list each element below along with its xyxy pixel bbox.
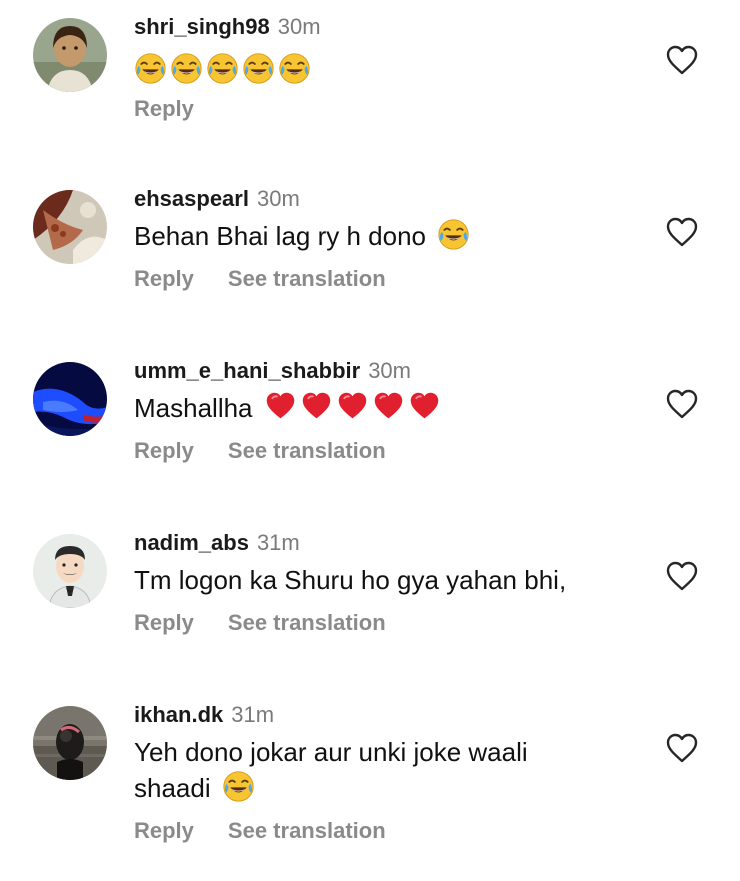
comment-text-line: Yeh dono jokar aur unki joke waali	[134, 737, 528, 767]
avatar[interactable]	[33, 534, 107, 608]
comment-body: ehsaspearl 30m Behan Bhai lag ry h dono R…	[134, 182, 654, 294]
see-translation-link[interactable]: See translation	[228, 266, 386, 291]
comment-text: Mashallha	[134, 390, 654, 426]
red-heart-emoji	[336, 390, 369, 423]
comment-meta: nadim_abs 31m	[134, 526, 654, 560]
reply-button[interactable]: Reply	[134, 610, 194, 635]
face-with-tears-of-joy-emoji	[437, 218, 470, 251]
like-button[interactable]	[665, 388, 699, 420]
avatar[interactable]	[33, 706, 107, 780]
comment-body: shri_singh98 30m Reply	[134, 10, 654, 124]
heart-outline-icon	[665, 732, 699, 764]
comment-body: ikhan.dk 31m Yeh dono jokar aur unki joke…	[134, 698, 654, 846]
reply-button[interactable]: Reply	[134, 266, 194, 291]
heart-outline-icon	[665, 388, 699, 420]
face-with-tears-of-joy-emoji	[134, 52, 167, 85]
comment-text	[134, 52, 654, 88]
avatar[interactable]	[33, 190, 107, 264]
comment-meta: umm_e_hani_shabbir 30m	[134, 354, 654, 388]
comment-actions: Reply See translation	[134, 608, 654, 638]
red-heart-emoji	[264, 390, 297, 423]
red-heart-emoji	[408, 390, 441, 423]
timestamp: 30m	[256, 186, 300, 211]
face-with-tears-of-joy-emoji	[170, 52, 203, 85]
reply-button[interactable]: Reply	[134, 438, 194, 463]
like-button[interactable]	[665, 216, 699, 248]
comment-body: nadim_abs 31m Tm logon ka Shuru ho gya ya…	[134, 526, 654, 638]
reply-button[interactable]: Reply	[134, 96, 194, 121]
comment-actions: Reply See translation	[134, 816, 654, 846]
comment-body: umm_e_hani_shabbir 30m Mashallha Reply See…	[134, 354, 654, 466]
comment-meta: shri_singh98 30m	[134, 10, 654, 44]
reply-button[interactable]: Reply	[134, 818, 194, 843]
avatar[interactable]	[33, 362, 107, 436]
timestamp: 30m	[368, 358, 411, 383]
avatar[interactable]	[33, 18, 107, 92]
username[interactable]: ehsaspearl	[134, 186, 249, 211]
comment-meta: ikhan.dk 31m	[134, 698, 654, 732]
comment-text-line-2: shaadi	[134, 770, 654, 806]
heart-outline-icon	[665, 44, 699, 76]
like-button[interactable]	[665, 560, 699, 592]
timestamp: 30m	[277, 14, 321, 39]
like-button[interactable]	[665, 44, 699, 76]
timestamp: 31m	[256, 530, 300, 555]
username[interactable]: ikhan.dk	[134, 702, 223, 727]
comment-text-content: shaadi	[134, 773, 211, 803]
comment-actions: Reply	[134, 94, 654, 124]
see-translation-link[interactable]: See translation	[228, 818, 386, 843]
comment-actions: Reply See translation	[134, 264, 654, 294]
face-with-tears-of-joy-emoji	[222, 770, 255, 803]
username[interactable]: shri_singh98	[134, 14, 270, 39]
red-heart-emoji	[300, 390, 333, 423]
heart-outline-icon	[665, 216, 699, 248]
comment-text-content: Mashallha	[134, 393, 253, 423]
comments-list: shri_singh98 30m Reply ehsaspearl 30m Be…	[0, 0, 740, 881]
comment-actions: Reply See translation	[134, 436, 654, 466]
see-translation-link[interactable]: See translation	[228, 438, 386, 463]
face-with-tears-of-joy-emoji	[278, 52, 311, 85]
like-button[interactable]	[665, 732, 699, 764]
heart-outline-icon	[665, 560, 699, 592]
face-with-tears-of-joy-emoji	[206, 52, 239, 85]
comment-text-content: Behan Bhai lag ry h dono	[134, 221, 426, 251]
comment-text: Tm logon ka Shuru ho gya yahan bhi,	[134, 562, 654, 598]
username[interactable]: nadim_abs	[134, 530, 249, 555]
timestamp: 31m	[231, 702, 275, 727]
username[interactable]: umm_e_hani_shabbir	[134, 358, 360, 383]
comment-text: Behan Bhai lag ry h dono	[134, 218, 654, 254]
comment-meta: ehsaspearl 30m	[134, 182, 654, 216]
comment-text-content: Tm logon ka Shuru ho gya yahan bhi,	[134, 565, 567, 595]
face-with-tears-of-joy-emoji	[242, 52, 275, 85]
comment-text: Yeh dono jokar aur unki joke waali shaad…	[134, 734, 654, 806]
red-heart-emoji	[372, 390, 405, 423]
see-translation-link[interactable]: See translation	[228, 610, 386, 635]
